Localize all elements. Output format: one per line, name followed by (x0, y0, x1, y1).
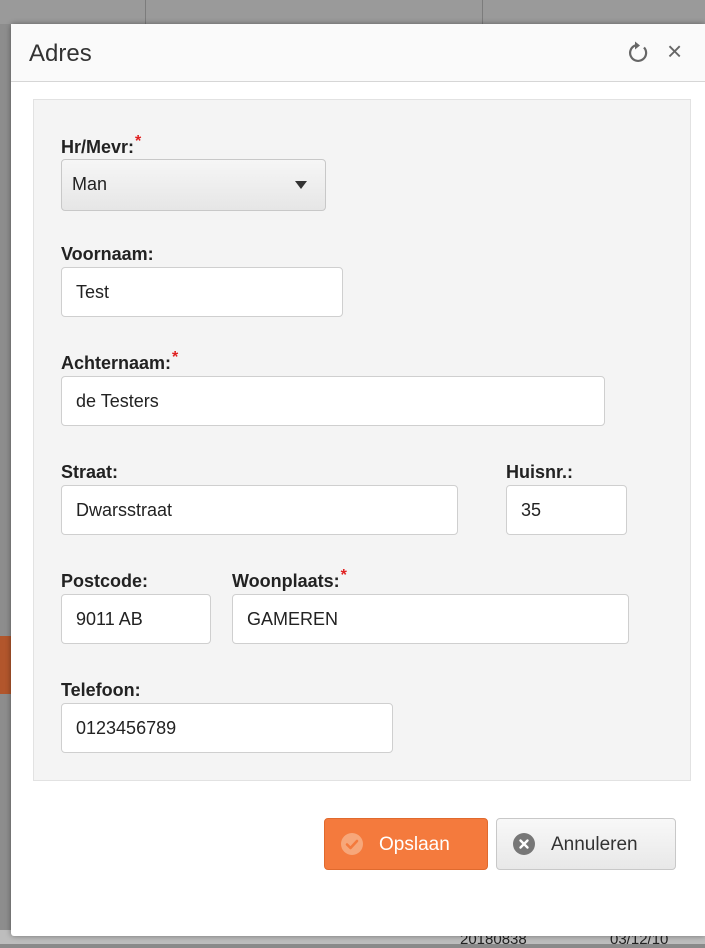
required-marker: * (340, 567, 347, 584)
cancel-button-label: Annuleren (551, 834, 638, 855)
salutation-value: Man (72, 174, 108, 194)
background-header-cell (146, 0, 483, 24)
city-label: Woonplaats:* (232, 567, 347, 591)
postcode-label: Postcode: (61, 571, 149, 591)
save-button-label: Opslaan (379, 834, 450, 855)
background-header (0, 0, 705, 24)
first-name-field[interactable] (61, 267, 343, 317)
required-marker: * (172, 349, 179, 366)
last-name-field[interactable] (61, 376, 605, 426)
street-label: Straat: (61, 462, 119, 482)
dialog-titlebar: Adres × (11, 24, 705, 82)
city-field[interactable] (232, 594, 629, 644)
refresh-icon[interactable] (625, 40, 651, 66)
close-icon[interactable]: × (667, 38, 682, 64)
checkmark-circle-icon (341, 833, 363, 855)
caret-down-icon (295, 181, 307, 189)
salutation-select[interactable]: Man (61, 159, 326, 211)
dialog-title: Adres (29, 40, 92, 67)
street-field[interactable] (61, 485, 458, 535)
background-header-cell (0, 0, 146, 24)
cancel-circle-icon (513, 833, 535, 855)
background-orange-marker (0, 636, 11, 694)
phone-field[interactable] (61, 703, 393, 753)
required-marker: * (135, 133, 142, 150)
save-button[interactable]: Opslaan (324, 818, 488, 870)
first-name-label: Voornaam: (61, 244, 154, 264)
last-name-label: Achternaam:* (61, 349, 179, 373)
address-dialog: Adres × Hr/Mevr:* Man Voornaam: Achterna… (11, 24, 705, 936)
house-number-label: Huisnr.: (506, 462, 574, 482)
postcode-field[interactable] (61, 594, 211, 644)
address-form: Hr/Mevr:* Man Voornaam: Achternaam:* Str… (33, 99, 691, 781)
house-number-field[interactable] (506, 485, 627, 535)
cancel-button[interactable]: Annuleren (496, 818, 676, 870)
background-left-strip (0, 24, 11, 944)
salutation-label: Hr/Mevr:* (61, 133, 142, 157)
phone-label: Telefoon: (61, 680, 141, 700)
